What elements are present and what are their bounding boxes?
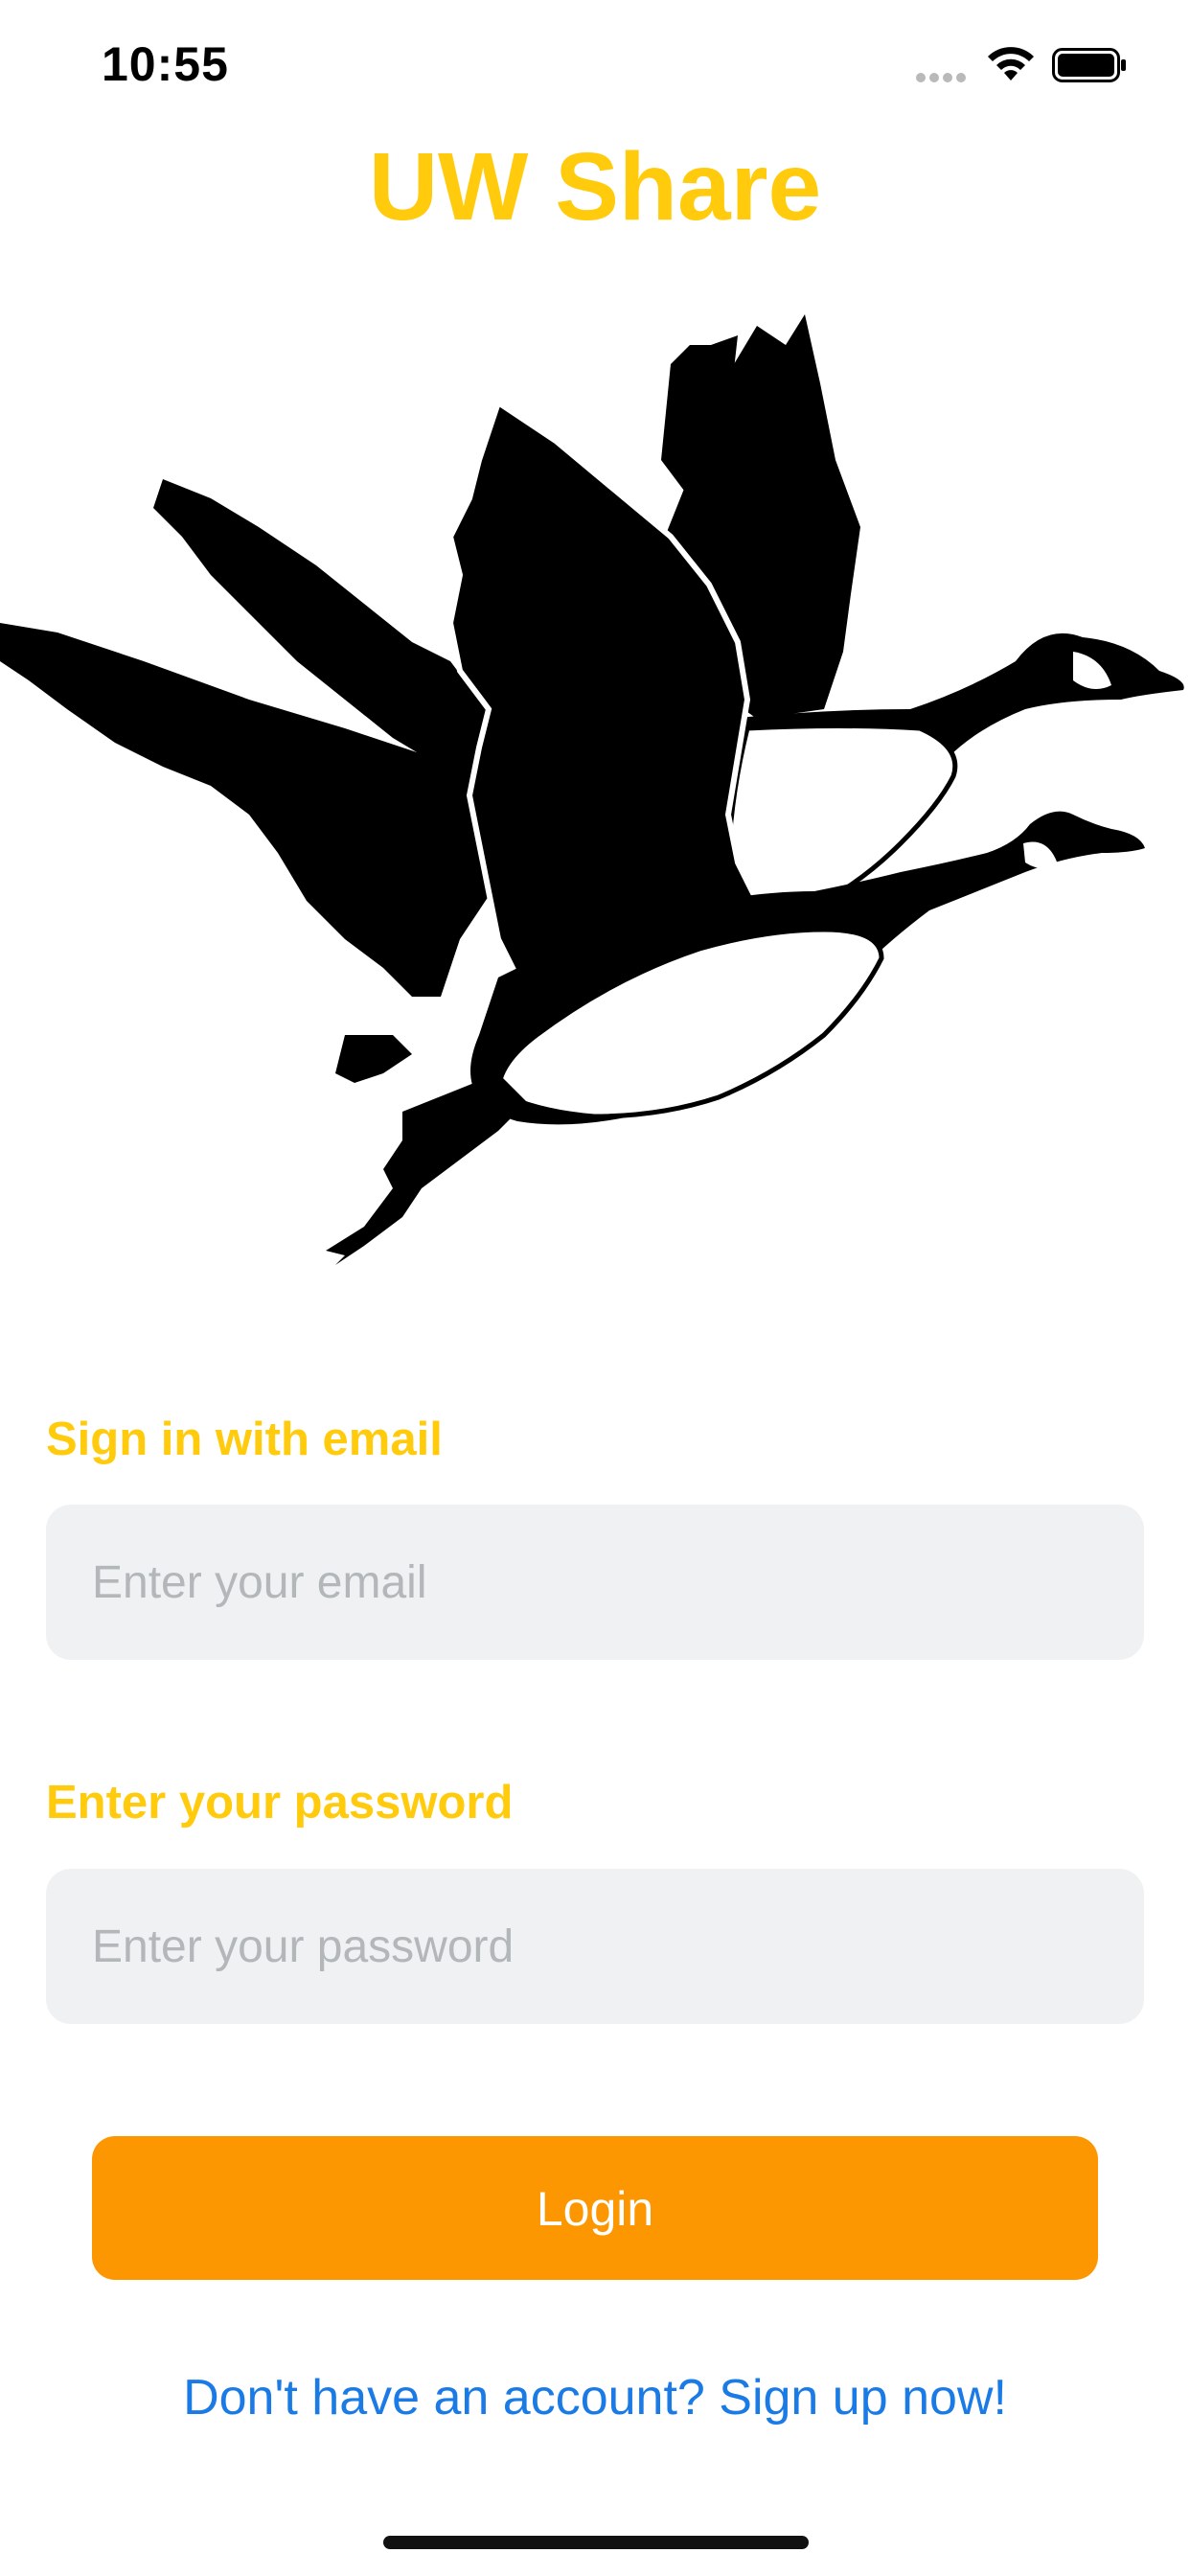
home-indicator[interactable] xyxy=(383,2536,809,2549)
status-time: 10:55 xyxy=(102,37,229,91)
app-title: UW Share xyxy=(368,133,822,241)
battery-icon xyxy=(1052,48,1126,82)
signup-link[interactable]: Don't have an account? Sign up now! xyxy=(0,2369,1190,2426)
email-label: Sign in with email xyxy=(46,1414,443,1465)
login-button[interactable]: Login xyxy=(92,2136,1098,2280)
password-label: Enter your password xyxy=(46,1777,514,1828)
canada-geese-logo xyxy=(0,314,1184,1275)
wifi-icon xyxy=(988,47,1034,80)
status-bar: 10:55 xyxy=(0,0,1190,125)
password-field[interactable] xyxy=(46,1869,1144,2024)
email-field[interactable] xyxy=(46,1505,1144,1660)
